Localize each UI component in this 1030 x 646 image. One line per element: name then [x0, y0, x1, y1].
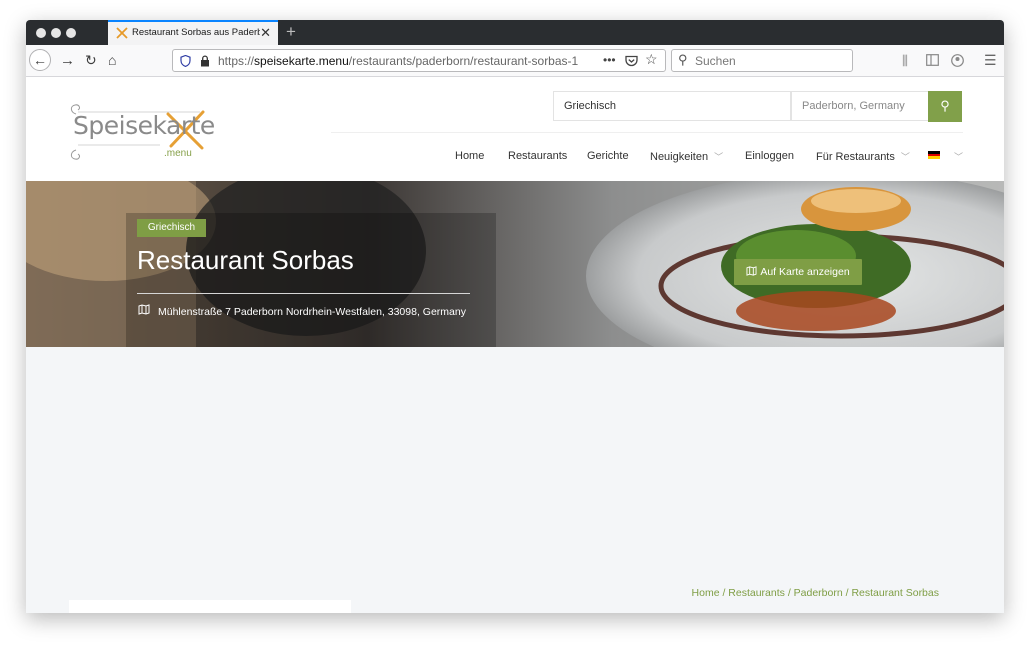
forward-button[interactable]: → — [60, 45, 75, 76]
header-divider — [331, 132, 963, 133]
more-actions-icon[interactable]: ••• — [603, 53, 616, 67]
german-flag-icon[interactable] — [928, 151, 940, 160]
close-window-button[interactable] — [36, 28, 46, 38]
cuisine-search-value: Griechisch — [564, 100, 616, 112]
logo-wordmark: Speisekarte — [73, 111, 215, 140]
nav-news-label: Neuigkeiten — [650, 151, 709, 163]
search-placeholder: Suchen — [695, 54, 736, 68]
search-icon: ⚲ — [940, 98, 950, 113]
home-button[interactable]: ⌂ — [108, 45, 116, 76]
nav-for-restaurants[interactable]: Für Restaurants ﹀ — [816, 150, 910, 163]
nav-restaurants[interactable]: Restaurants — [508, 150, 567, 162]
account-icon[interactable] — [951, 54, 964, 67]
url-text[interactable]: https://speisekarte.menu/restaurants/pad… — [218, 54, 578, 68]
reload-button[interactable]: ↻ — [85, 45, 97, 76]
location-placeholder: Paderborn, Germany — [802, 100, 905, 112]
lock-icon[interactable] — [200, 55, 210, 67]
show-on-map-label: Auf Karte anzeigen — [760, 266, 850, 278]
nav-home[interactable]: Home — [455, 150, 484, 162]
site-header: Speisekarte .menu Griechisch Paderborn, … — [26, 77, 1004, 181]
nav-dishes[interactable]: Gerichte — [587, 150, 629, 162]
back-button[interactable]: ← — [29, 49, 51, 71]
chevron-down-icon: ﹀ — [900, 152, 910, 162]
sidebar-icon[interactable] — [926, 54, 939, 66]
nav-for-restaurants-label: Für Restaurants — [816, 151, 895, 163]
shield-icon[interactable] — [180, 55, 191, 67]
bookmark-star-icon[interactable]: ☆ — [645, 51, 658, 68]
breadcrumb[interactable]: Home / Restaurants / Paderborn / Restaur… — [692, 587, 939, 599]
logo-suffix: .menu — [164, 148, 192, 159]
url-bar[interactable]: https://speisekarte.menu/restaurants/pad… — [172, 49, 666, 72]
library-icon[interactable]: ⫼ — [902, 45, 908, 76]
hero-banner: Griechisch Restaurant Sorbas Mühlenstraß… — [26, 181, 1004, 347]
category-badge[interactable]: Griechisch — [137, 219, 206, 237]
pocket-icon[interactable] — [625, 55, 638, 67]
map-icon — [138, 304, 150, 315]
tab-title: Restaurant Sorbas aus Paderborn — [132, 27, 260, 38]
location-search-input[interactable]: Paderborn, Germany — [791, 91, 929, 121]
map-icon — [746, 266, 757, 276]
cuisine-search-input[interactable]: Griechisch — [553, 91, 791, 121]
restaurant-address: Mühlenstraße 7 Paderborn Nordrhein-Westf… — [137, 304, 466, 318]
tab-active[interactable]: Restaurant Sorbas aus Paderborn ✕ — [108, 20, 278, 45]
hamburger-menu-icon[interactable]: ☰ — [984, 45, 997, 76]
zoom-window-button[interactable] — [66, 28, 76, 38]
browser-window: Restaurant Sorbas aus Paderborn ✕ + ← → … — [26, 20, 1004, 613]
show-on-map-button[interactable]: Auf Karte anzeigen — [734, 259, 862, 285]
address-text: Mühlenstraße 7 Paderborn Nordrhein-Westf… — [158, 306, 466, 318]
title-divider — [137, 293, 470, 294]
fork-knife-favicon-icon — [116, 27, 128, 39]
browser-search-bar[interactable]: ⚲ Suchen — [671, 49, 853, 72]
minimize-window-button[interactable] — [51, 28, 61, 38]
new-tab-button[interactable]: + — [286, 21, 296, 43]
navigation-toolbar: ← → ↻ ⌂ https://speisekarte.menu/restaur… — [26, 45, 1004, 77]
search-icon: ⚲ — [678, 52, 688, 67]
nav-login[interactable]: Einloggen — [745, 150, 794, 162]
language-chevron-icon[interactable]: ﹀ — [954, 150, 963, 163]
website: Speisekarte .menu Griechisch Paderborn, … — [26, 77, 1004, 613]
chevron-down-icon: ﹀ — [714, 152, 724, 162]
content-card — [69, 600, 351, 613]
site-search-button[interactable]: ⚲ — [928, 91, 962, 122]
close-tab-icon[interactable]: ✕ — [260, 25, 271, 41]
tab-strip: Restaurant Sorbas aus Paderborn ✕ + — [26, 20, 1004, 45]
nav-news[interactable]: Neuigkeiten ﹀ — [650, 150, 723, 163]
restaurant-title: Restaurant Sorbas — [137, 245, 354, 275]
